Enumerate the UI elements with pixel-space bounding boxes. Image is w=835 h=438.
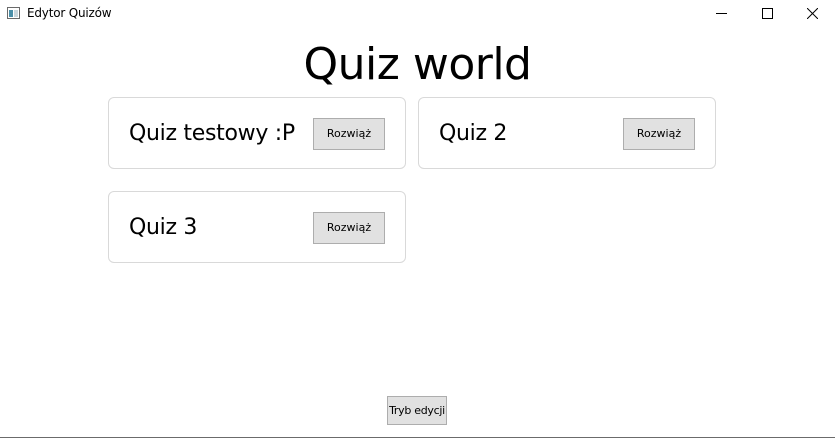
minimize-icon <box>716 13 727 14</box>
solve-quiz-button[interactable]: Rozwiąż <box>623 118 695 150</box>
app-window-icon <box>7 7 20 19</box>
quiz-name: Quiz 3 <box>129 215 198 240</box>
quiz-card: Quiz 3 Rozwiąż <box>108 191 406 263</box>
quiz-card: Quiz 2 Rozwiąż <box>418 97 716 169</box>
solve-quiz-button[interactable]: Rozwiąż <box>313 118 385 150</box>
close-icon <box>807 8 818 19</box>
page-title: Quiz world <box>303 39 532 90</box>
title-bar[interactable]: Edytor Quizów <box>0 0 835 28</box>
quiz-name: Quiz 2 <box>439 121 508 146</box>
minimize-button[interactable] <box>699 0 744 28</box>
solve-quiz-button[interactable]: Rozwiąż <box>313 212 385 244</box>
edit-mode-button[interactable]: Tryb edycji <box>387 396 447 425</box>
maximize-button[interactable] <box>745 0 790 28</box>
close-button[interactable] <box>790 0 835 28</box>
window-title: Edytor Quizów <box>27 6 112 20</box>
app-window: Edytor Quizów Quiz world Quiz testowy :P… <box>0 0 835 438</box>
maximize-icon <box>762 8 773 19</box>
quiz-card: Quiz testowy :P Rozwiąż <box>108 97 406 169</box>
quiz-name: Quiz testowy :P <box>129 121 295 146</box>
